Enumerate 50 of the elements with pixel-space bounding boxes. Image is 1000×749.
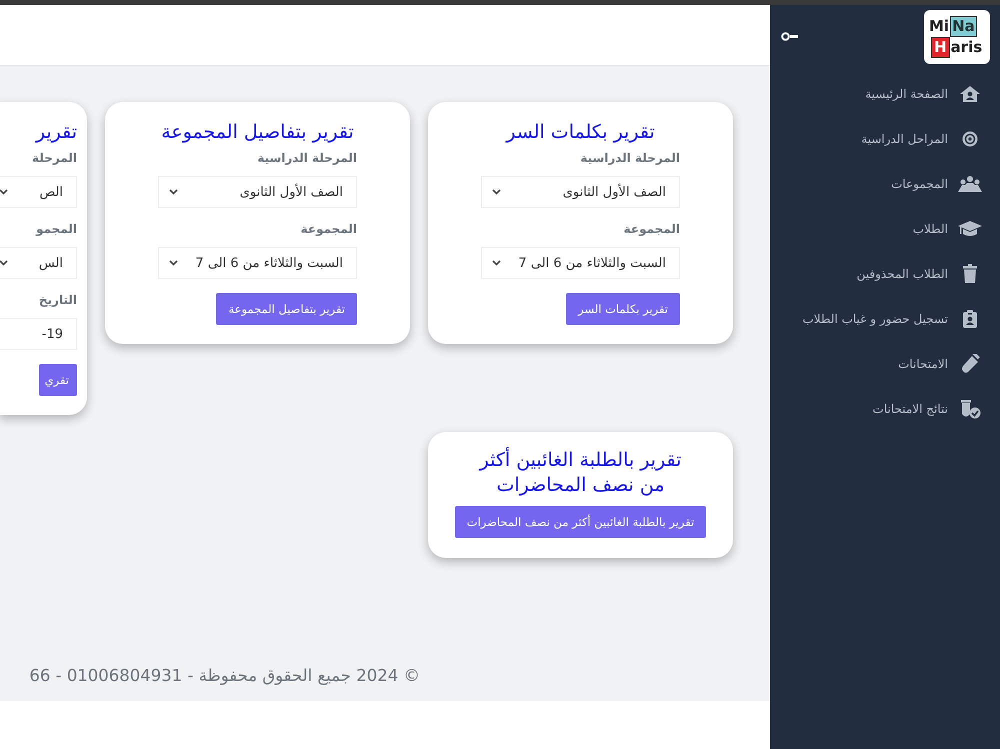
field-label: المرحلة: [31, 151, 77, 165]
dropdown[interactable]: الصف الأول الثانوى: [158, 176, 357, 208]
date-field[interactable]: -19: [0, 318, 77, 350]
footer-text: © 2024 جميع الحقوق محفوظة - 01006804931 - 66: [29, 666, 420, 685]
dropdown[interactable]: الصف الأول الثانوى: [481, 176, 680, 208]
logo[interactable]: Mi Na H aris: [924, 10, 990, 64]
sidebar-item[interactable]: تسجيل حضور و غياب الطلاب: [802, 312, 948, 326]
sidebar-item[interactable]: الطلاب المحذوفين: [856, 266, 948, 280]
sidebar-item[interactable]: المراحل الدراسية: [861, 132, 948, 146]
caret-icon: [169, 189, 178, 195]
vial-check-icon[interactable]: [959, 398, 981, 418]
caret-icon: [492, 189, 501, 195]
dropdown[interactable]: الص: [0, 176, 77, 208]
caret-icon: [492, 260, 501, 266]
card-title: تقرير بتفاصيل المجموعة: [160, 120, 355, 145]
toggle-icon[interactable]: [781, 32, 798, 41]
dropdown[interactable]: السبت والثلاثاء من 6 الى 7: [481, 247, 680, 279]
caret-icon: [169, 260, 178, 266]
field-label: المجموعة: [300, 222, 357, 236]
sidebar-item[interactable]: الطلاب: [912, 222, 948, 236]
logo-text: Mi: [928, 16, 950, 36]
report-button[interactable]: تقرير بكلمات السر: [566, 293, 680, 325]
report-button[interactable]: تقرير بالطلبة الغائبين أكثر من نصف المحاضرات: [454, 506, 706, 538]
caret-icon: [0, 260, 8, 266]
field-label: التاريخ: [38, 293, 77, 307]
field-label: المرحلة الدراسية: [579, 151, 680, 165]
logo-text: aris: [950, 36, 984, 58]
report-button[interactable]: تقرير بتفاصيل المجموعة: [216, 293, 357, 325]
trash-icon[interactable]: [961, 264, 979, 284]
field-label: المجمو: [34, 222, 77, 236]
caret-icon: [0, 189, 8, 195]
report-button[interactable]: تقري: [38, 364, 77, 396]
card-title: تقرير: [34, 120, 77, 145]
test-tube-icon[interactable]: [960, 354, 980, 374]
sidebar-item[interactable]: المجموعات: [891, 176, 948, 190]
home-icon[interactable]: [959, 84, 981, 102]
sidebar-item[interactable]: نتائج الامتحانات: [872, 402, 948, 416]
logo-text: H: [931, 36, 950, 58]
badge-icon[interactable]: [962, 308, 978, 328]
card-title: تقرير بالطلبة الغائبين أكثر من نصف المحاضرات: [478, 448, 682, 498]
card-title: تقرير بكلمات السر: [504, 120, 656, 145]
dropdown[interactable]: السبت والثلاثاء من 6 الى 7: [158, 247, 357, 279]
group-icon[interactable]: [957, 174, 983, 192]
sidebar-item[interactable]: الصفحة الرئيسية: [865, 86, 948, 100]
graduation-cap-icon[interactable]: [957, 220, 983, 238]
dropdown[interactable]: الس: [0, 247, 77, 279]
sidebar-item[interactable]: الامتحانات: [898, 356, 948, 370]
logo-text: Na: [950, 16, 977, 36]
field-label: المرحلة الدراسية: [256, 151, 357, 165]
field-label: المجموعة: [622, 222, 680, 236]
